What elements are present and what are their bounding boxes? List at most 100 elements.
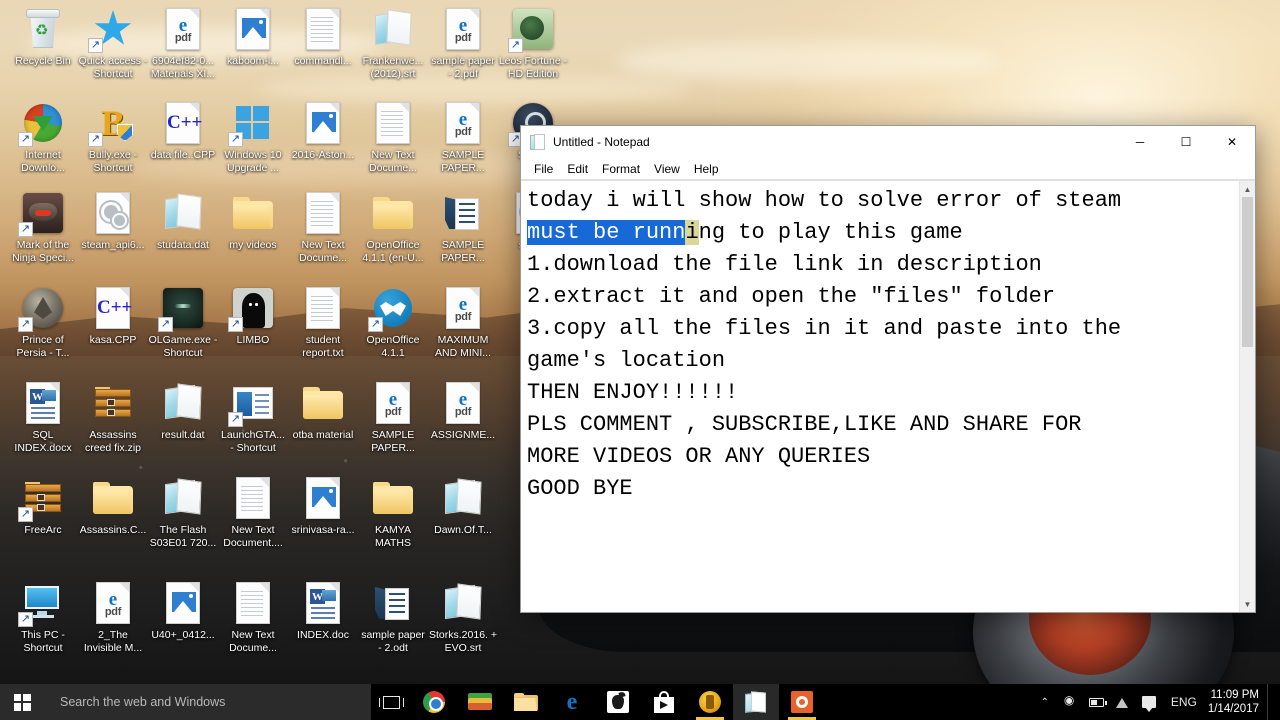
search-input[interactable]: Search the web and Windows (44, 684, 371, 720)
taskbar-button-store[interactable] (641, 684, 687, 720)
text-line-4: 2.extract it and open the "files" folder (527, 284, 1056, 309)
desktop-icon[interactable]: OLGame.exe - Shortcut (148, 285, 218, 359)
desktop-icon[interactable]: srinivasa-ra... (288, 475, 358, 537)
tray-expand-button[interactable]: ⌃ (1032, 684, 1058, 720)
pdf-file-icon: e pdf (446, 8, 480, 50)
desktop-icon[interactable]: Frankenwe... (2012).srt (358, 6, 428, 80)
taskbar-button-books[interactable] (457, 684, 503, 720)
shortcut-arrow-icon (368, 317, 383, 332)
desktop-icon[interactable]: The Flash S03E01 720... (148, 475, 218, 549)
tray-onedrive[interactable] (1058, 684, 1084, 720)
desktop-icon[interactable]: Leos Fortune - HD Edition (498, 6, 568, 80)
desktop-icon[interactable]: sample paper - 2.odt (358, 580, 428, 654)
desktop-icon[interactable]: result.dat (148, 380, 218, 442)
desktop-icon[interactable]: steam_api6... (78, 190, 148, 252)
desktop-icon[interactable]: e pdf MAXIMUM AND MINI... (428, 285, 498, 359)
desktop-icon[interactable]: New Text Document.... (218, 475, 288, 549)
taskbar-button-itunes[interactable] (595, 684, 641, 720)
clock[interactable]: 11:09 PM 1/14/2017 (1206, 688, 1267, 716)
taskbar-button-media-player[interactable] (687, 684, 733, 720)
desktop-icon[interactable]: W INDEX.doc (288, 580, 358, 642)
vertical-scrollbar[interactable]: ▲ ▼ (1239, 181, 1255, 612)
desktop-icon[interactable]: Internet Downlo... (8, 100, 78, 174)
taskbar-button-file-explorer[interactable] (503, 684, 549, 720)
desktop-icon[interactable]: New Text Docume... (358, 100, 428, 174)
desktop-icon[interactable]: This PC - Shortcut (8, 580, 78, 654)
taskbar-button-chrome[interactable] (411, 684, 457, 720)
desktop-icon[interactable]: Windows 10 Upgrade ... (218, 100, 288, 174)
taskbar-button-vlc[interactable] (779, 684, 825, 720)
desktop-icon-label: Dawn.Of.T... (434, 524, 492, 536)
desktop-icon[interactable]: New Text Docume... (288, 190, 358, 264)
desktop-icon[interactable]: OpenOffice 4.1.1 (en-U... (358, 190, 428, 264)
desktop-icon[interactable]: e pdf sample paper - 2.pdf (428, 6, 498, 80)
desktop-icon-label: U40+_0412... (151, 629, 215, 641)
minimize-button[interactable]: ─ (1117, 126, 1163, 158)
desktop-icon-label: SQL INDEX.docx (14, 429, 72, 454)
desktop-icon[interactable]: ♻ Recycle Bin (8, 6, 78, 68)
desktop-icon[interactable]: e pdf 2_The Invisible M... (78, 580, 148, 654)
notepad-titlebar[interactable]: Untitled - Notepad ─ ☐ ✕ (521, 126, 1255, 158)
tray-network[interactable] (1110, 684, 1136, 720)
itunes-icon (607, 691, 629, 713)
taskbar-button-notepad[interactable] (733, 684, 779, 720)
desktop-icon[interactable]: U40+_0412... (148, 580, 218, 642)
desktop-icon[interactable]: 2016-Aston... (288, 100, 358, 162)
desktop-icon[interactable]: OpenOffice 4.1.1 (358, 285, 428, 359)
desktop-icon[interactable]: W SQL INDEX.docx (8, 380, 78, 454)
desktop-icon[interactable]: FreeArc (8, 475, 78, 537)
scroll-down-arrow[interactable]: ▼ (1240, 596, 1256, 612)
notepad-window[interactable]: Untitled - Notepad ─ ☐ ✕ File Edit Forma… (520, 125, 1256, 613)
desktop-icon[interactable]: Dawn.Of.T... (428, 475, 498, 537)
close-button[interactable]: ✕ (1209, 126, 1255, 158)
desktop-icon[interactable]: C++ kasa.CPP (78, 285, 148, 347)
desktop-icon[interactable]: Assassins creed fix.zip (78, 380, 148, 454)
scroll-up-arrow[interactable]: ▲ (1240, 181, 1256, 197)
scroll-track[interactable] (1239, 197, 1255, 596)
desktop-icon[interactable]: SAMPLE PAPER... (428, 190, 498, 264)
desktop-icon[interactable]: Mark of the Ninja Speci... (8, 190, 78, 264)
desktop-icon-label: The Flash S03E01 720... (149, 524, 217, 549)
task-view-button[interactable] (371, 684, 411, 720)
maximize-button[interactable]: ☐ (1163, 126, 1209, 158)
desktop-icon[interactable]: my videos (218, 190, 288, 252)
desktop-icon[interactable]: Prince of Persia - T... (8, 285, 78, 359)
menu-item-file[interactable]: File (527, 160, 560, 178)
desktop-icon[interactable]: KAMYA MATHS (358, 475, 428, 549)
menu-item-format[interactable]: Format (595, 160, 647, 178)
language-indicator[interactable]: ENG (1162, 695, 1206, 709)
desktop-icon-label: Leos Fortune - HD Edition (498, 55, 568, 80)
desktop-icon[interactable]: BBully.exe - Shortcut (78, 100, 148, 174)
tray-action-center[interactable] (1136, 684, 1162, 720)
show-desktop-button[interactable] (1267, 684, 1274, 720)
desktop-icon[interactable]: e pdf SAMPLE PAPER... (428, 100, 498, 174)
desktop-icon[interactable]: LaunchGTA... - Shortcut (218, 380, 288, 454)
desktop-icon[interactable]: commandl... (288, 6, 358, 68)
notepad-text-area[interactable]: today i will show how to solve error of … (521, 181, 1239, 612)
desktop-icon[interactable]: New Text Docume... (218, 580, 288, 654)
scroll-thumb[interactable] (1242, 197, 1253, 347)
desktop-icon[interactable]: Assassins.C... (78, 475, 148, 537)
desktop-icon[interactable]: studata.dat (148, 190, 218, 252)
menu-item-edit[interactable]: Edit (560, 160, 595, 178)
desktop-icon[interactable]: LIMBO (218, 285, 288, 347)
desktop-icon-art (370, 100, 416, 146)
menu-item-help[interactable]: Help (687, 160, 726, 178)
start-button[interactable] (0, 684, 44, 720)
desktop-icon[interactable]: otba material (288, 380, 358, 442)
text-line-3: 1.download the file link in description (527, 252, 1042, 277)
desktop-icon[interactable]: e pdf 6904ef82-0... Materials XI... (148, 6, 218, 80)
taskbar-button-edge[interactable]: e (549, 684, 595, 720)
desktop-icon[interactable]: e pdf ASSIGNME... (428, 380, 498, 442)
desktop-icon[interactable]: Quick access - Shortcut (78, 6, 148, 80)
cpp-file-icon: C++ (96, 287, 132, 329)
menu-item-view[interactable]: View (647, 160, 687, 178)
desktop-icon-label: KAMYA MATHS (375, 524, 411, 549)
desktop-icon-art (300, 475, 346, 521)
desktop-icon[interactable]: e pdf SAMPLE PAPER... (358, 380, 428, 454)
desktop-icon[interactable]: Storks.2016. + EVO.srt (428, 580, 498, 654)
desktop-icon[interactable]: C++ data file..CPP (148, 100, 218, 162)
desktop-icon[interactable]: student report.txt (288, 285, 358, 359)
tray-battery[interactable] (1084, 684, 1110, 720)
desktop-icon[interactable]: kaboom-l... (218, 6, 288, 68)
